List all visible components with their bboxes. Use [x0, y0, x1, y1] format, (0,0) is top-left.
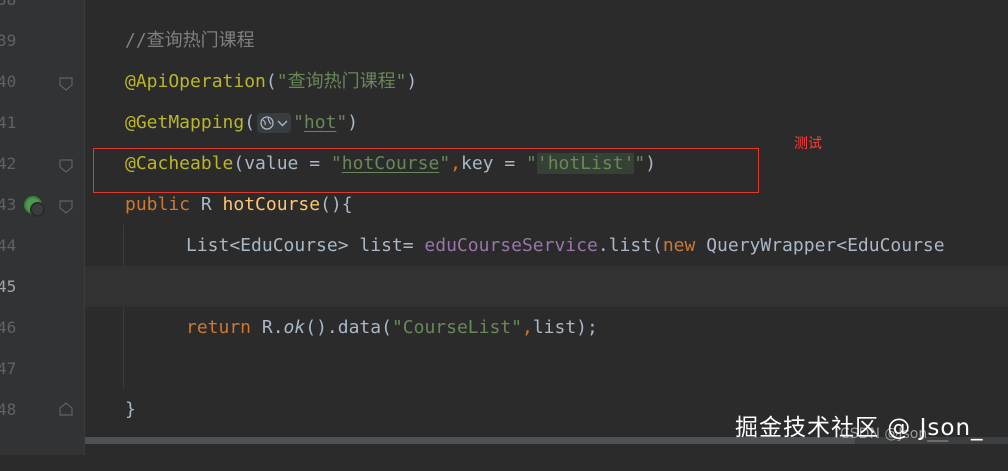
- string-literal: "CourseList": [391, 317, 522, 338]
- code-line-41: @GetMapping( "hot"): [85, 102, 1008, 143]
- paren: ): [347, 112, 359, 133]
- keyword-new: new: [662, 235, 696, 256]
- line-number: 43: [0, 195, 17, 214]
- watermark-juejin: 掘金技术社区 @ Json_: [735, 415, 984, 441]
- annotation-get-mapping: @GetMapping: [125, 112, 245, 133]
- unfold-end-icon[interactable]: [59, 402, 73, 416]
- paren: ): [406, 71, 418, 92]
- globe-icon: [260, 116, 274, 130]
- line-number: 48: [0, 400, 17, 419]
- method-signature-rest: (){: [320, 194, 353, 215]
- line-number: 41: [0, 113, 17, 132]
- fold-icon[interactable]: [59, 200, 73, 214]
- line-number: 44: [0, 236, 17, 255]
- highlight-box: [93, 148, 759, 193]
- string-literal: "查询热门课程": [276, 71, 407, 92]
- code-line-39: //查询热门课程: [85, 20, 1008, 61]
- comment: //查询热门课程: [125, 30, 255, 51]
- line-number: 39: [0, 31, 17, 50]
- highlight-label: 测试: [794, 136, 822, 152]
- line-number: 40: [0, 72, 17, 91]
- fold-icon[interactable]: [59, 77, 73, 91]
- line-number: 38: [0, 0, 17, 20]
- annotation-api-operation: @ApiOperation: [125, 71, 266, 92]
- method-call: .list(: [597, 235, 663, 256]
- fold-icon[interactable]: [59, 159, 73, 173]
- keyword-public: public: [125, 194, 191, 215]
- code-line-45-current[interactable]: [85, 266, 1008, 307]
- r-class: R.: [251, 317, 284, 338]
- service-field[interactable]: eduCourseService: [424, 235, 597, 256]
- line-number: 42: [0, 154, 17, 173]
- paren: (: [265, 71, 277, 92]
- chevron-down-icon: [277, 120, 288, 127]
- return-type: R: [190, 194, 223, 215]
- data-call: ().data(: [305, 317, 392, 338]
- line-number-current: 45: [0, 277, 17, 296]
- code-line-46: return R.ok().data("CourseList",list);: [85, 307, 1008, 348]
- method-name[interactable]: hotCourse: [223, 194, 321, 215]
- line-number: 46: [0, 318, 17, 337]
- mapping-path[interactable]: hot: [304, 112, 337, 133]
- code-line-40: @ApiOperation("查询热门课程"): [85, 61, 1008, 102]
- code-line-44: List<EduCourse> list= eduCourseService.l…: [85, 225, 1008, 266]
- url-globe-chip[interactable]: [257, 113, 292, 133]
- ok-method: ok: [283, 317, 306, 338]
- line-number: 47: [0, 359, 17, 378]
- call-end: list);: [532, 317, 598, 338]
- quote: ": [293, 112, 304, 133]
- keyword-return: return: [186, 317, 252, 338]
- closing-brace: }: [125, 399, 136, 420]
- variable-declaration: List<EduCourse> list=: [186, 235, 425, 256]
- quote: ": [336, 112, 348, 133]
- comma: ,: [521, 317, 533, 338]
- query-wrapper: QueryWrapper<EduCourse: [695, 235, 945, 256]
- endpoint-globe-icon[interactable]: [24, 196, 45, 217]
- paren: (: [244, 112, 256, 133]
